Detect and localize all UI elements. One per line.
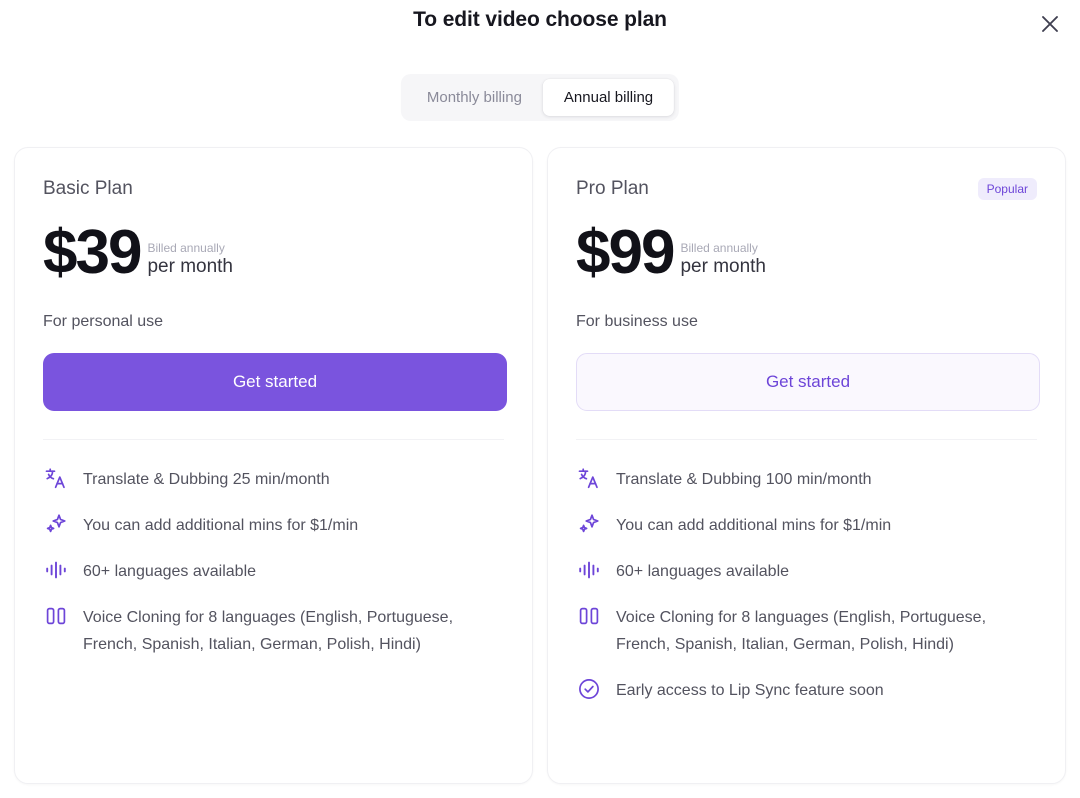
waveform-icon (43, 557, 69, 583)
get-started-button[interactable]: Get started (576, 353, 1040, 411)
plan-list: Basic Plan$39Billed annuallyper monthFor… (14, 147, 1066, 784)
list-item: 60+ languages available (576, 558, 1037, 585)
feature-label: Voice Cloning for 8 languages (English, … (83, 604, 503, 658)
plan-header: Pro PlanPopular$99Billed annuallyper mon… (548, 148, 1065, 440)
billed-note: Billed annually (680, 241, 766, 255)
price-row: $39Billed annuallyper month (43, 219, 504, 285)
feature-list: Translate & Dubbing 25 min/month You can … (15, 440, 532, 658)
plan-name: Basic Plan (43, 178, 133, 200)
billing-toggle-option-annual[interactable]: Annual billing (543, 79, 674, 116)
feature-label: You can add additional mins for $1/min (616, 512, 891, 539)
plan-name-row: Pro Plan Popular (576, 176, 1037, 202)
translate-icon (43, 465, 69, 491)
feature-label: Translate & Dubbing 100 min/month (616, 466, 872, 493)
price-amount: $39 (43, 221, 140, 285)
divider (576, 439, 1037, 440)
feature-label: Early access to Lip Sync feature soon (616, 677, 884, 704)
list-item: Voice Cloning for 8 languages (English, … (576, 604, 1037, 658)
sparkles-icon (576, 511, 602, 537)
price-meta: Billed annuallyper month (147, 241, 233, 285)
plan-name-row: Basic Plan (43, 176, 504, 202)
price-row: $99Billed annuallyper month (576, 219, 1037, 285)
price-period: per month (147, 255, 233, 279)
list-item: You can add additional mins for $1/min (43, 512, 504, 539)
list-item: Translate & Dubbing 25 min/month (43, 466, 504, 493)
plan-use-case: For business use (576, 313, 1037, 331)
feature-list: Translate & Dubbing 100 min/month You can… (548, 440, 1065, 704)
plan-name: Pro Plan (576, 178, 649, 200)
divider (43, 439, 504, 440)
price-meta: Billed annuallyper month (680, 241, 766, 285)
translate-icon (576, 465, 602, 491)
voice-clone-icon (576, 603, 602, 629)
list-item: You can add additional mins for $1/min (576, 512, 1037, 539)
list-item: 60+ languages available (43, 558, 504, 585)
plan-card: Pro PlanPopular$99Billed annuallyper mon… (547, 147, 1066, 784)
pricing-modal: To edit video choose plan Monthly billin… (0, 0, 1080, 798)
list-item: Early access to Lip Sync feature soon (576, 677, 1037, 704)
price-period: per month (680, 255, 766, 279)
list-item: Voice Cloning for 8 languages (English, … (43, 604, 504, 658)
plan-header: Basic Plan$39Billed annuallyper monthFor… (15, 148, 532, 440)
feature-label: Translate & Dubbing 25 min/month (83, 466, 330, 493)
sparkles-icon (43, 511, 69, 537)
close-icon (1038, 12, 1062, 36)
feature-label: 60+ languages available (616, 558, 789, 585)
check-circle-icon (576, 676, 602, 702)
feature-label: Voice Cloning for 8 languages (English, … (616, 604, 1036, 658)
price-amount: $99 (576, 221, 673, 285)
status-badge: Popular (978, 178, 1037, 200)
voice-clone-icon (43, 603, 69, 629)
waveform-icon (576, 557, 602, 583)
plan-use-case: For personal use (43, 313, 504, 331)
plan-card: Basic Plan$39Billed annuallyper monthFor… (14, 147, 533, 784)
billing-toggle[interactable]: Monthly billingAnnual billing (401, 74, 679, 121)
billed-note: Billed annually (147, 241, 233, 255)
get-started-button[interactable]: Get started (43, 353, 507, 411)
list-item: Translate & Dubbing 100 min/month (576, 466, 1037, 493)
close-button[interactable] (1034, 8, 1066, 40)
feature-label: You can add additional mins for $1/min (83, 512, 358, 539)
feature-label: 60+ languages available (83, 558, 256, 585)
billing-toggle-option-monthly[interactable]: Monthly billing (406, 79, 543, 116)
page-title: To edit video choose plan (0, 8, 1080, 32)
